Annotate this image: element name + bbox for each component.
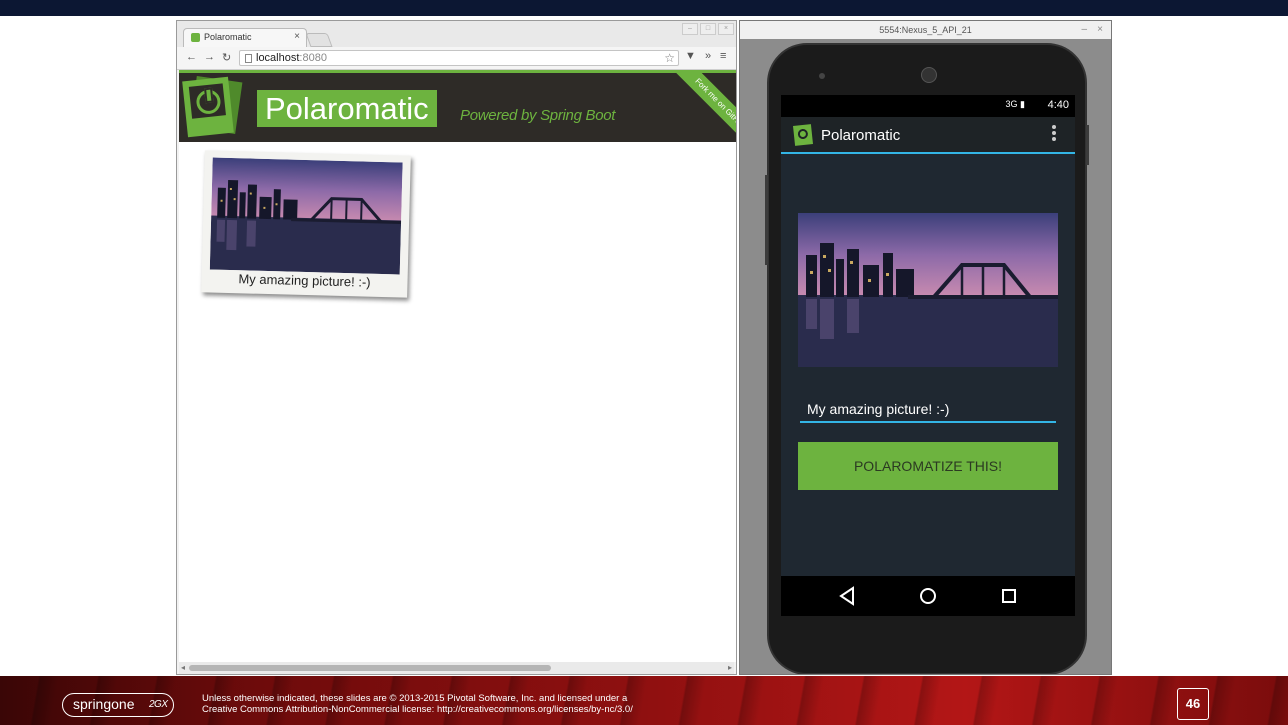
scroll-right-icon[interactable]: ▸ bbox=[728, 662, 732, 674]
signal-icon: 3G ▮ bbox=[1005, 99, 1025, 109]
url-port: :8080 bbox=[299, 52, 327, 64]
volume-button[interactable] bbox=[765, 175, 768, 265]
emulator-window: 5554:Nexus_5_API_21 – × 3G ▮ 4:40 Polaro… bbox=[739, 20, 1112, 675]
page-number-badge: 46 bbox=[1177, 688, 1209, 720]
power-button[interactable] bbox=[1086, 125, 1089, 165]
menu-icon[interactable]: ≡ bbox=[720, 50, 726, 62]
fork-ribbon-link[interactable]: Fork me on GitHub bbox=[653, 70, 736, 171]
back-triangle-icon[interactable] bbox=[835, 584, 859, 608]
favicon-icon bbox=[191, 33, 200, 42]
browser-toolbar: ← → ↻ localhost:8080 ☆ ▼ » ≡ bbox=[177, 47, 736, 70]
close-window-icon[interactable]: × bbox=[718, 23, 734, 35]
emulator-title: 5554:Nexus_5_API_21 bbox=[740, 21, 1111, 39]
scrollbar-thumb[interactable] bbox=[189, 665, 551, 671]
selected-photo bbox=[798, 213, 1058, 367]
tab-title: Polaromatic bbox=[204, 32, 252, 42]
polaromatize-button[interactable]: POLAROMATIZE THIS! bbox=[798, 442, 1058, 490]
status-bar: 3G ▮ 4:40 bbox=[781, 95, 1075, 117]
bookmark-star-icon[interactable]: ☆ bbox=[664, 51, 675, 65]
minimize-icon[interactable]: – bbox=[682, 23, 698, 35]
recents-square-icon[interactable] bbox=[997, 584, 1021, 608]
slide-top-bar bbox=[0, 0, 1288, 16]
phone-screen: 3G ▮ 4:40 Polaromatic My amazing picture… bbox=[781, 95, 1075, 616]
license-text: Unless otherwise indicated, these slides… bbox=[202, 693, 633, 715]
home-circle-icon[interactable] bbox=[916, 584, 940, 608]
overflow-menu-icon[interactable] bbox=[1045, 123, 1063, 147]
scroll-left-icon[interactable]: ◂ bbox=[181, 662, 185, 674]
tab-strip: Polaromatic × – □ × bbox=[177, 21, 736, 47]
site-brand: Polaromatic bbox=[257, 90, 437, 127]
tab-close-icon[interactable]: × bbox=[294, 31, 300, 42]
app-title: Polaromatic bbox=[821, 127, 901, 144]
springone-logo: springone 2GX bbox=[62, 693, 174, 717]
web-page: Polaromatic Powered by Spring Boot Fork … bbox=[179, 70, 736, 662]
forward-icon[interactable]: → bbox=[204, 51, 215, 63]
browser-window-controls: – □ × bbox=[682, 23, 734, 35]
browser-window: Polaromatic × – □ × ← → ↻ localhost:8080… bbox=[176, 20, 737, 675]
url-host: localhost bbox=[256, 52, 300, 64]
new-tab-button[interactable] bbox=[305, 33, 333, 47]
pocket-icon[interactable]: ▼ bbox=[685, 50, 696, 62]
reload-icon[interactable]: ↻ bbox=[222, 51, 231, 64]
power-logo-icon bbox=[182, 76, 234, 138]
license-line-2: Creative Commons Attribution-NonCommerci… bbox=[202, 704, 633, 715]
city-photo bbox=[209, 157, 403, 275]
android-nav-bar bbox=[781, 576, 1075, 616]
extensions-chevron-icon[interactable]: » bbox=[705, 50, 711, 62]
app-logo-icon bbox=[793, 124, 813, 146]
tab-polaromatic[interactable]: Polaromatic × bbox=[183, 28, 307, 47]
slide-footer: springone 2GX Unless otherwise indicated… bbox=[0, 676, 1288, 725]
status-time: 4:40 bbox=[1047, 99, 1069, 111]
address-bar[interactable]: localhost:8080 ☆ bbox=[239, 50, 679, 66]
emulator-close-icon[interactable]: × bbox=[1097, 21, 1103, 39]
license-line-1: Unless otherwise indicated, these slides… bbox=[202, 693, 628, 704]
caption-input[interactable] bbox=[800, 397, 1056, 423]
action-bar: Polaromatic bbox=[781, 117, 1075, 154]
front-camera-icon bbox=[921, 67, 937, 83]
phone-frame: 3G ▮ 4:40 Polaromatic My amazing picture… bbox=[765, 43, 1089, 674]
emulator-minimize-icon[interactable]: – bbox=[1081, 21, 1087, 39]
maximize-icon[interactable]: □ bbox=[700, 23, 716, 35]
horizontal-scrollbar[interactable]: ◂ ▸ bbox=[179, 662, 734, 674]
site-tagline: Powered by Spring Boot bbox=[460, 107, 616, 124]
sensor-icon bbox=[819, 73, 825, 79]
page-icon bbox=[245, 54, 252, 63]
polaroid-card[interactable]: My amazing picture! :-) bbox=[201, 150, 411, 298]
site-banner: Polaromatic Powered by Spring Boot Fork … bbox=[179, 70, 736, 171]
back-icon[interactable]: ← bbox=[186, 51, 197, 63]
